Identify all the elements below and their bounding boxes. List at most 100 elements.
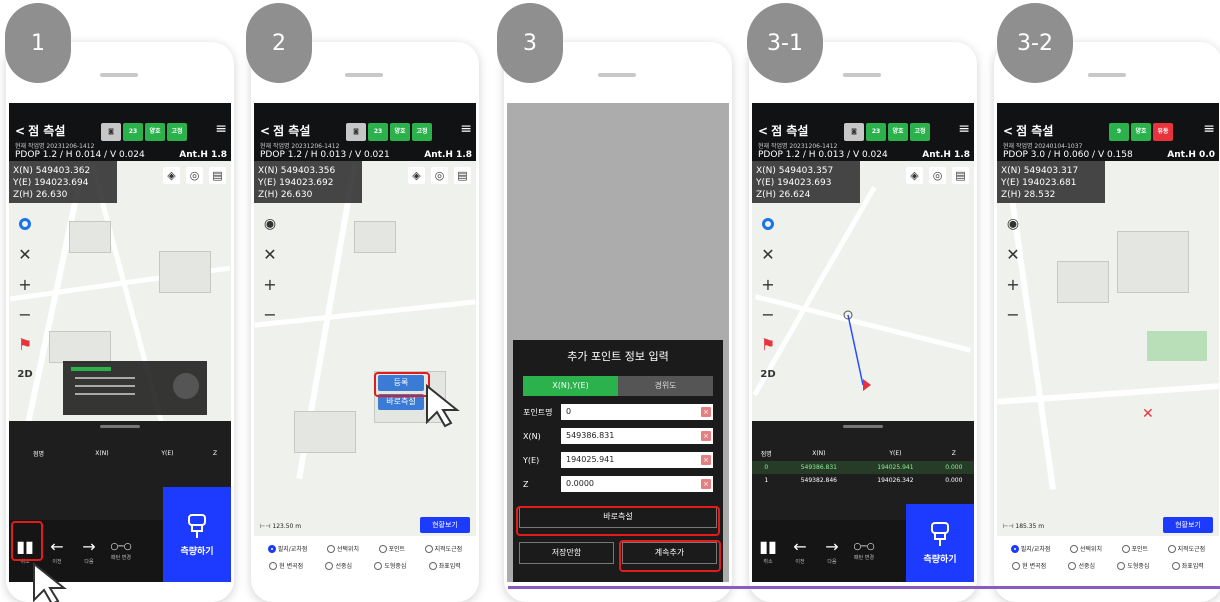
signal-quality-pill: 양호 bbox=[145, 123, 165, 141]
expand-icon[interactable]: ✕ bbox=[15, 243, 35, 265]
back-chevron-icon[interactable]: < bbox=[260, 124, 270, 138]
field-point-name: 포인트명 0 × bbox=[523, 404, 713, 420]
phone-step-3-2: ✕ < 점 측설 9 양호 유동 ≡ 현재 작업명 20240104-1037 P… bbox=[994, 42, 1220, 602]
clear-icon[interactable]: × bbox=[701, 479, 711, 489]
locate-icon[interactable]: ◉ bbox=[1003, 213, 1023, 235]
expand-icon[interactable]: ✕ bbox=[1003, 243, 1023, 265]
radio-selected-position[interactable]: 선택위치 bbox=[326, 544, 359, 553]
x-input[interactable]: 549386.831 × bbox=[561, 428, 713, 444]
coord-y: Y(E) 194023.694 bbox=[13, 178, 89, 188]
zoom-out-icon[interactable]: − bbox=[260, 303, 280, 325]
z-input[interactable]: 0.0000 × bbox=[561, 476, 713, 492]
expand-icon[interactable]: ✕ bbox=[758, 243, 778, 265]
satellite-count-pill: 23 bbox=[368, 123, 388, 141]
nav-pattern[interactable]: ○─○ 패턴 변경 bbox=[848, 520, 880, 582]
radio-line-center[interactable]: 선중심 bbox=[1068, 561, 1095, 570]
clipboard-icon[interactable]: ▤ bbox=[454, 167, 471, 184]
tab-xy[interactable]: X(N),Y(E) bbox=[523, 376, 618, 396]
nav-next[interactable]: → 다음 bbox=[816, 520, 848, 582]
table-row[interactable]: 0 549386.831 194025.941 0.000 bbox=[752, 461, 974, 474]
radio-point[interactable]: 포인트 bbox=[1121, 544, 1148, 553]
target-x-marker: ✕ bbox=[1142, 406, 1154, 422]
view-2d-toggle[interactable]: 2D bbox=[15, 363, 35, 385]
layers-icon[interactable]: ◈ bbox=[163, 167, 180, 184]
layers-icon[interactable]: ◈ bbox=[906, 167, 923, 184]
camera-icon[interactable]: ◎ bbox=[929, 167, 946, 184]
sheet-handle[interactable] bbox=[843, 425, 883, 428]
compass-icon bbox=[173, 373, 199, 399]
screen-title[interactable]: < 점 측설 bbox=[15, 122, 65, 139]
camera-icon[interactable]: ◎ bbox=[431, 167, 448, 184]
coordinate-box: X(N) 549403.362 Y(E) 194023.694 Z(H) 26.… bbox=[9, 161, 117, 203]
radio-shape-center[interactable]: 도형중심 bbox=[374, 561, 406, 570]
zoom-in-icon[interactable]: + bbox=[15, 273, 35, 295]
compass-panel bbox=[63, 361, 207, 415]
screen-title[interactable]: < 점 측설 bbox=[1003, 122, 1053, 139]
clear-icon[interactable]: × bbox=[701, 431, 711, 441]
hamburger-icon[interactable]: ≡ bbox=[460, 122, 472, 136]
locate-icon[interactable] bbox=[15, 213, 35, 235]
locate-icon[interactable]: ◉ bbox=[260, 213, 280, 235]
radio-inflection[interactable]: 현 변곡점 bbox=[1012, 561, 1046, 570]
locate-icon[interactable] bbox=[758, 213, 778, 235]
back-chevron-icon[interactable]: < bbox=[15, 124, 25, 138]
clear-icon[interactable]: × bbox=[701, 455, 711, 465]
coordinate-box: X(N) 549403.317 Y(E) 194023.681 Z(H) 28.… bbox=[997, 161, 1105, 203]
highlight-continue-add bbox=[619, 540, 721, 572]
phone-step-2: < 점 측설 ◙ 23 양호 고정 ≡ 현재 작업명 20231206-1412 … bbox=[251, 42, 479, 602]
zoom-in-icon[interactable]: + bbox=[1003, 273, 1023, 295]
hamburger-icon[interactable]: ≡ bbox=[215, 122, 227, 136]
nav-cancel[interactable]: ▮▮ 취소 bbox=[752, 520, 784, 582]
current-view-button[interactable]: 현황보기 bbox=[420, 517, 470, 533]
radio-parcel-intersection[interactable]: 필지/교차점 bbox=[1010, 544, 1050, 553]
clipboard-icon[interactable]: ▤ bbox=[209, 167, 226, 184]
point-name-input[interactable]: 0 × bbox=[561, 404, 713, 420]
top-bar: < 점 측설 ◙ 23 양호 고정 ≡ 현재 작업명 20231206-1412 … bbox=[752, 103, 974, 161]
clear-icon[interactable]: × bbox=[701, 407, 711, 417]
back-chevron-icon[interactable]: < bbox=[758, 124, 768, 138]
save-only-button[interactable]: 저장만함 bbox=[519, 542, 614, 564]
sheet-handle[interactable] bbox=[100, 425, 140, 428]
zoom-out-icon[interactable]: − bbox=[15, 303, 35, 325]
radio-inflection[interactable]: 현 변곡점 bbox=[269, 561, 303, 570]
hamburger-icon[interactable]: ≡ bbox=[1203, 122, 1215, 136]
screen-title[interactable]: < 점 측설 bbox=[260, 122, 310, 139]
view-2d-toggle[interactable]: 2D bbox=[758, 363, 778, 385]
zoom-in-icon[interactable]: + bbox=[758, 273, 778, 295]
back-chevron-icon[interactable]: < bbox=[1003, 124, 1013, 138]
screen-title[interactable]: < 점 측설 bbox=[758, 122, 808, 139]
radio-parcel-intersection[interactable]: 필지/교차점 bbox=[267, 544, 307, 553]
measure-button[interactable]: 측량하기 bbox=[163, 487, 231, 582]
hamburger-icon[interactable]: ≡ bbox=[958, 122, 970, 136]
radio-coordinate-input[interactable]: 좌표입력 bbox=[1171, 561, 1204, 570]
nav-prev[interactable]: ← 이전 bbox=[784, 520, 816, 582]
camera-icon[interactable]: ◎ bbox=[186, 167, 203, 184]
radio-selected-position[interactable]: 선택위치 bbox=[1069, 544, 1102, 553]
pdop-readout: PDOP 1.2 / H 0.013 / V 0.024 bbox=[758, 150, 888, 160]
zoom-out-icon[interactable]: − bbox=[1003, 303, 1023, 325]
radio-line-center[interactable]: 선중심 bbox=[325, 561, 352, 570]
flag-icon[interactable]: ⚑ bbox=[758, 333, 778, 355]
zoom-in-icon[interactable]: + bbox=[260, 273, 280, 295]
expand-icon[interactable]: ✕ bbox=[260, 243, 280, 265]
nav-next[interactable]: → 다음 bbox=[73, 520, 105, 582]
radio-cadastral-point[interactable]: 지적도근점 bbox=[1167, 544, 1205, 553]
radio-coordinate-input[interactable]: 좌표입력 bbox=[428, 561, 461, 570]
tab-latlon[interactable]: 경위도 bbox=[618, 376, 713, 396]
app-screen: 추가 포인트 정보 입력 X(N),Y(E) 경위도 포인트명 0 × X(N) … bbox=[507, 103, 729, 582]
radio-shape-center[interactable]: 도형중심 bbox=[1117, 561, 1149, 570]
current-view-button[interactable]: 현황보기 bbox=[1163, 517, 1213, 533]
zoom-out-icon[interactable]: − bbox=[758, 303, 778, 325]
nav-pattern[interactable]: ○─○ 패턴 변경 bbox=[105, 520, 137, 582]
y-input[interactable]: 194025.941 × bbox=[561, 452, 713, 468]
clipboard-icon[interactable]: ▤ bbox=[952, 167, 969, 184]
coord-y: Y(E) 194023.693 bbox=[756, 178, 832, 188]
work-name: 현재 작업명 20240104-1037 bbox=[1003, 143, 1083, 150]
coord-x: X(N) 549403.356 bbox=[258, 166, 336, 176]
layers-icon[interactable]: ◈ bbox=[408, 167, 425, 184]
radio-point[interactable]: 포인트 bbox=[378, 544, 405, 553]
radio-cadastral-point[interactable]: 지적도근점 bbox=[424, 544, 462, 553]
measure-button[interactable]: 측량하기 bbox=[906, 504, 974, 582]
table-row[interactable]: 1 549382.846 194026.342 0.000 bbox=[752, 474, 974, 487]
flag-icon[interactable]: ⚑ bbox=[15, 333, 35, 355]
